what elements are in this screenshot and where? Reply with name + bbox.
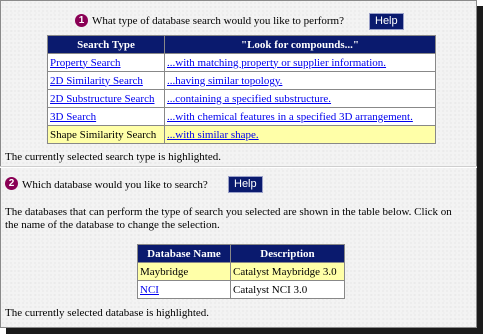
help-button-database[interactable]: Help [228,176,263,193]
column-header-look-for: "Look for compounds..." [164,35,436,54]
section-divider [0,166,477,168]
search-type-link-2d-similarity[interactable]: 2D Similarity Search [50,75,143,87]
search-desc-cell: ...with similar shape. [164,125,436,144]
database-question: Which database would you like to search? [22,179,208,191]
table-row: 2D Similarity Search ...having similar t… [47,71,436,90]
database-name-cell-selected: Maybridge [137,262,231,281]
panel-shadow-bottom [6,328,483,334]
search-desc-link-property[interactable]: ...with matching property or supplier in… [167,57,386,69]
help-button-search-type[interactable]: Help [369,13,404,30]
search-type-cell-selected: Shape Similarity Search [47,125,165,144]
database-intro-text: The databases that can perform the type … [5,206,452,231]
table-row-selected: Maybridge Catalyst Maybridge 3.0 [137,262,345,281]
search-type-table: Search Type "Look for compounds..." Prop… [47,35,436,144]
database-note: The currently selected database is highl… [5,307,210,319]
table-row: NCI Catalyst NCI 3.0 [137,280,345,299]
table-header-row: Database Name Description [137,244,345,263]
table-row-selected: Shape Similarity Search ...with similar … [47,125,436,144]
table-row: 3D Search ...with chemical features in a… [47,107,436,126]
table-row: 2D Substructure Search ...containing a s… [47,89,436,108]
search-type-cell: 2D Substructure Search [47,89,165,108]
search-desc-cell: ...containing a specified substructure. [164,89,436,108]
database-desc-cell: Catalyst NCI 3.0 [230,280,345,299]
step-1-icon: 1 [75,14,88,27]
search-type-link-3d[interactable]: 3D Search [50,111,96,123]
database-link-nci[interactable]: NCI [140,284,159,296]
search-type-note: The currently selected search type is hi… [5,151,221,163]
database-desc-cell: Catalyst Maybridge 3.0 [230,262,345,281]
column-header-database-name: Database Name [137,244,231,263]
search-type-link-2d-substructure[interactable]: 2D Substructure Search [50,93,154,105]
table-header-row: Search Type "Look for compounds..." [47,35,436,54]
search-type-question: What type of database search would you l… [92,15,344,27]
search-desc-cell: ...with chemical features in a specified… [164,107,436,126]
search-desc-link-2d-substructure[interactable]: ...containing a specified substructure. [167,93,331,105]
search-type-cell: 3D Search [47,107,165,126]
search-type-cell: 2D Similarity Search [47,71,165,90]
table-row: Property Search ...with matching propert… [47,53,436,72]
step-2-icon: 2 [5,177,18,190]
panel-shadow-right [477,6,483,334]
search-desc-link-3d[interactable]: ...with chemical features in a specified… [167,111,413,123]
search-desc-link-shape[interactable]: ...with similar shape. [167,129,259,141]
search-desc-link-2d-similarity[interactable]: ...having similar topology. [167,75,282,87]
column-header-description: Description [230,244,345,263]
search-desc-cell: ...with matching property or supplier in… [164,53,436,72]
database-name-cell: NCI [137,280,231,299]
search-desc-cell: ...having similar topology. [164,71,436,90]
column-header-search-type: Search Type [47,35,165,54]
database-table: Database Name Description Maybridge Cata… [137,244,345,299]
search-type-cell: Property Search [47,53,165,72]
search-type-link-property[interactable]: Property Search [50,57,121,69]
